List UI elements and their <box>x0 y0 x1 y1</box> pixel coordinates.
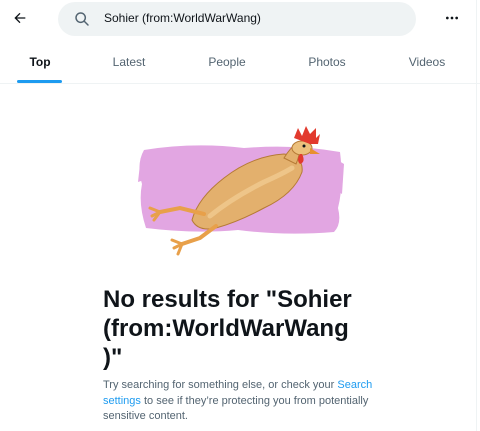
no-results-title: No results for "Sohier (from:WorldWarWan… <box>103 285 393 372</box>
description-text-before: Try searching for something else, or che… <box>103 379 335 391</box>
tab-videos[interactable]: Videos <box>392 40 462 83</box>
tab-top[interactable]: Top <box>0 40 80 83</box>
tab-top-label: Top <box>29 54 51 69</box>
tab-latest-label: Latest <box>112 54 146 69</box>
back-button[interactable] <box>8 6 32 30</box>
search-query[interactable]: Sohier (from:WorldWarWang) <box>104 11 261 25</box>
no-results-description: Try searching for something else, or che… <box>103 378 373 425</box>
tab-photos-label: Photos <box>308 54 346 69</box>
no-results-title-line3: )" <box>103 344 123 371</box>
tab-latest[interactable]: Latest <box>94 40 164 83</box>
search-tabs: Top Latest People Photos Videos <box>0 40 480 84</box>
no-results-title-line1: No results for "Sohier <box>103 286 352 313</box>
no-results-title-line2: (from:WorldWarWang <box>103 315 349 342</box>
active-tab-indicator <box>17 80 62 83</box>
arrow-left-icon <box>14 12 26 24</box>
top-bar: Sohier (from:WorldWarWang) <box>0 0 480 40</box>
column-border <box>476 0 477 431</box>
more-options-button[interactable] <box>440 6 464 30</box>
rubber-chicken-illustration <box>138 126 344 256</box>
tab-people-label: People <box>208 54 246 69</box>
search-icon <box>75 12 89 26</box>
tab-people[interactable]: People <box>192 40 262 83</box>
description-text-after: to see if they’re protecting you from po… <box>103 394 369 423</box>
tab-photos[interactable]: Photos <box>292 40 362 83</box>
search-input[interactable]: Sohier (from:WorldWarWang) <box>58 2 416 36</box>
more-horizontal-icon <box>446 16 458 20</box>
tab-videos-label: Videos <box>408 54 446 69</box>
